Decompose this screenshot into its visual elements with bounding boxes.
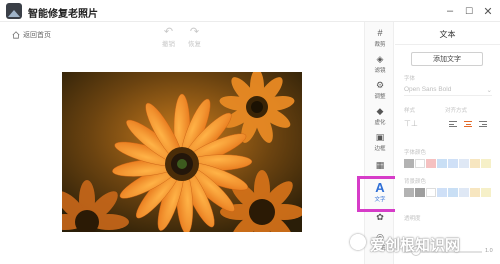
color-swatch[interactable] bbox=[437, 188, 447, 197]
maximize-button[interactable]: ☐ bbox=[459, 2, 479, 20]
color-swatch[interactable] bbox=[404, 188, 414, 197]
minimize-button[interactable]: – bbox=[440, 2, 460, 20]
filter-icon: ◈ bbox=[376, 54, 384, 64]
opacity-label: 透明度 bbox=[404, 216, 421, 222]
font-label: 字体 bbox=[404, 76, 416, 82]
home-button[interactable]: 返回首页 bbox=[12, 30, 51, 40]
color-swatch[interactable] bbox=[448, 188, 458, 197]
color-swatch[interactable] bbox=[437, 159, 447, 168]
home-icon bbox=[12, 31, 20, 39]
flower-photo bbox=[62, 72, 302, 232]
color-swatch[interactable] bbox=[426, 188, 436, 197]
style-label: 样式 bbox=[404, 108, 416, 114]
crop-icon: # bbox=[377, 28, 383, 38]
bg-color-label: 背景颜色 bbox=[404, 179, 427, 185]
undo-icon: ↶ bbox=[163, 26, 174, 38]
title-bar: 智能修复老照片 – ☐ ✕ bbox=[0, 0, 500, 22]
tool-label: 调整 bbox=[374, 94, 386, 100]
mosaic-icon: ▦ bbox=[375, 160, 385, 170]
color-swatch[interactable] bbox=[481, 188, 491, 197]
font-value: Open Sans Bold bbox=[404, 86, 452, 93]
watermark-logo-icon bbox=[350, 234, 366, 250]
divider bbox=[395, 44, 500, 45]
home-label: 返回首页 bbox=[23, 32, 51, 39]
color-swatch[interactable] bbox=[404, 159, 414, 168]
adjust-icon: ⚙ bbox=[375, 80, 385, 90]
tool-blur[interactable]: ◆ 虚化 bbox=[365, 102, 395, 130]
text-style-icon[interactable]: ⊤⊥ bbox=[404, 119, 418, 128]
align-left-icon[interactable] bbox=[449, 121, 457, 128]
align-label: 对齐方式 bbox=[445, 108, 468, 114]
color-swatch[interactable] bbox=[459, 159, 469, 168]
redo-label: 恢复 bbox=[188, 41, 201, 48]
color-swatch[interactable] bbox=[415, 188, 425, 197]
redo-button[interactable]: ↷ 恢复 bbox=[188, 26, 201, 48]
text-panel: 文本 添加文字 字体 Open Sans Bold ⌄ 样式 对齐方式 ⊤⊥ 字… bbox=[395, 22, 500, 264]
tool-label: 虚化 bbox=[374, 120, 386, 126]
tool-label: 裁剪 bbox=[374, 42, 386, 48]
tool-adjust[interactable]: ⚙ 调整 bbox=[365, 76, 395, 104]
effect-icon: ✿ bbox=[376, 212, 384, 222]
color-swatch[interactable] bbox=[481, 159, 491, 168]
color-swatch[interactable] bbox=[448, 159, 458, 168]
color-swatch[interactable] bbox=[415, 159, 425, 168]
photo-canvas[interactable] bbox=[62, 72, 302, 232]
color-swatch[interactable] bbox=[426, 159, 436, 168]
align-right-icon[interactable] bbox=[479, 121, 487, 128]
undo-button[interactable]: ↶ 撤销 bbox=[162, 26, 175, 48]
redo-icon: ↷ bbox=[189, 26, 200, 38]
watermark-text: 爱创根知识网 bbox=[370, 237, 461, 254]
text-color-label: 字体颜色 bbox=[404, 150, 427, 156]
opacity-value: 1.0 bbox=[485, 248, 493, 254]
app-logo-icon bbox=[6, 3, 22, 19]
align-center-icon[interactable] bbox=[464, 121, 472, 128]
blur-icon: ◆ bbox=[376, 106, 384, 116]
tool-crop[interactable]: # 裁剪 bbox=[365, 24, 395, 52]
undo-label: 撤销 bbox=[162, 41, 175, 48]
add-text-button[interactable]: 添加文字 bbox=[411, 52, 483, 66]
chevron-down-icon: ⌄ bbox=[486, 86, 492, 94]
app-title: 智能修复老照片 bbox=[28, 9, 98, 20]
font-select[interactable]: Open Sans Bold ⌄ bbox=[404, 84, 492, 96]
color-swatch[interactable] bbox=[470, 188, 480, 197]
tool-filter[interactable]: ◈ 滤镜 bbox=[365, 50, 395, 78]
border-icon: ▣ bbox=[375, 132, 385, 142]
tool-sidebar: # 裁剪 ◈ 滤镜 ⚙ 调整 ◆ 虚化 ▣ 边框 ▦ A 文字 ✿ ◎ 贴纸 bbox=[364, 22, 394, 264]
panel-title: 文本 bbox=[439, 30, 456, 39]
color-swatch[interactable] bbox=[459, 188, 469, 197]
color-swatch[interactable] bbox=[470, 159, 480, 168]
close-button[interactable]: ✕ bbox=[478, 2, 498, 20]
tool-label: 边框 bbox=[374, 146, 386, 152]
tool-label: 滤镜 bbox=[374, 68, 386, 74]
